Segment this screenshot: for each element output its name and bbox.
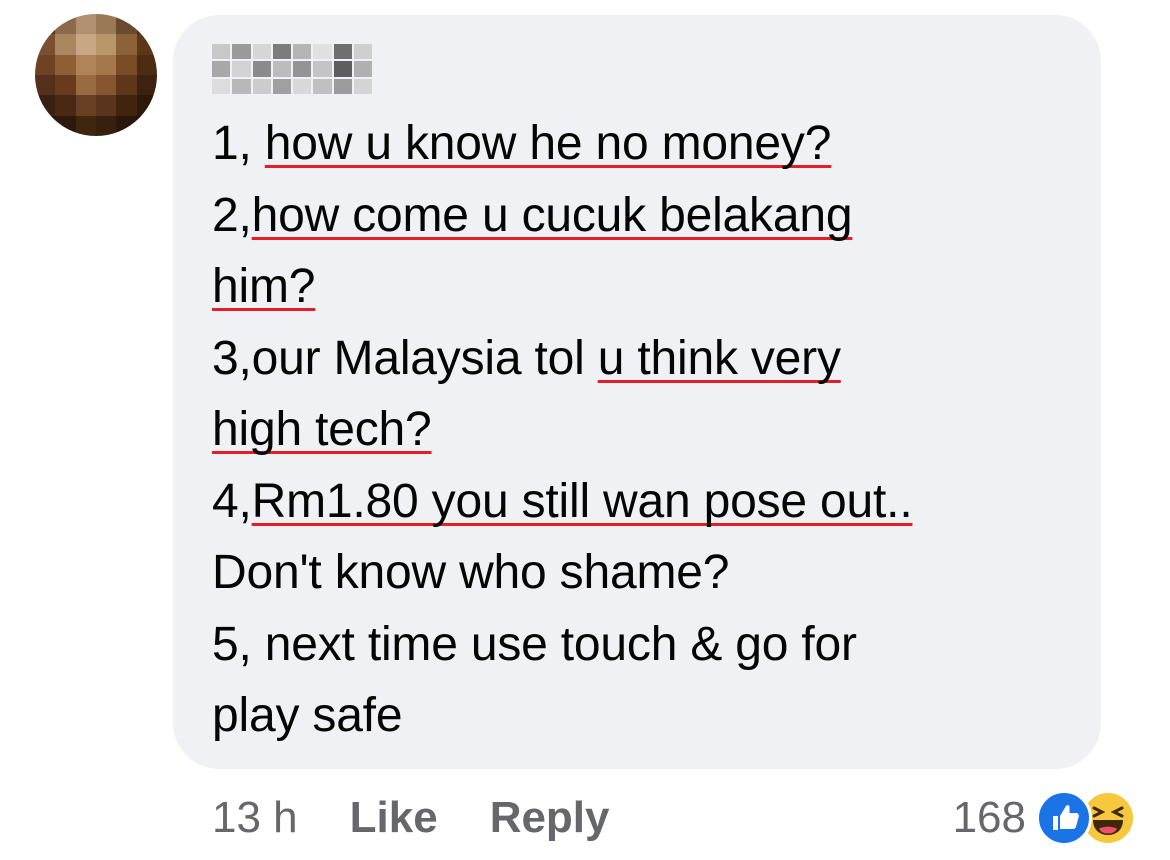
- author-name-pixel: [313, 78, 332, 94]
- author-name-pixel: [232, 78, 251, 94]
- like-icon: [1036, 790, 1092, 846]
- reactions-summary[interactable]: 168: [953, 788, 1136, 848]
- comment-line: play safe: [212, 680, 1082, 752]
- avatar[interactable]: [35, 14, 157, 136]
- avatar-pixel: [55, 54, 76, 75]
- avatar-pixel: [136, 14, 157, 35]
- avatar-pixel: [75, 115, 96, 136]
- author-name-pixel: [353, 44, 372, 60]
- comment-text-segment: Don't know who shame?: [212, 546, 730, 599]
- spellcheck-underlined-text[interactable]: him?: [212, 260, 315, 313]
- avatar-pixel: [35, 14, 56, 35]
- author-name-pixel: [353, 61, 372, 77]
- avatar-pixel: [75, 75, 96, 96]
- spellcheck-underlined-text[interactable]: how u know he no money?: [265, 117, 832, 170]
- comment-line: 4,Rm1.80 you still wan pose out..: [212, 466, 1082, 538]
- comment-line: him?: [212, 251, 1082, 323]
- avatar-pixel: [136, 54, 157, 75]
- avatar-pixel: [96, 14, 117, 35]
- avatar-pixel: [55, 14, 76, 35]
- avatar-pixel: [116, 34, 137, 55]
- like-button[interactable]: Like: [350, 793, 438, 843]
- avatar-pixel: [75, 14, 96, 35]
- avatar-pixel: [35, 115, 56, 136]
- avatar-pixel: [35, 75, 56, 96]
- author-name-pixel: [232, 61, 251, 77]
- comment-line: 5, next time use touch & go for: [212, 609, 1082, 681]
- avatar-pixel: [96, 54, 117, 75]
- comment-line: 3,our Malaysia tol u think very: [212, 323, 1082, 395]
- avatar-pixel: [55, 115, 76, 136]
- avatar-pixel: [116, 115, 137, 136]
- author-name-pixel: [333, 44, 352, 60]
- avatar-pixel: [96, 115, 117, 136]
- reply-button[interactable]: Reply: [490, 793, 610, 843]
- author-name-pixel: [293, 78, 312, 94]
- avatar-pixel: [136, 115, 157, 136]
- author-name-pixel: [272, 44, 291, 60]
- author-name-pixel: [212, 61, 231, 77]
- avatar-pixel: [96, 34, 117, 55]
- spellcheck-underlined-text[interactable]: how come u cucuk belakang: [252, 189, 853, 242]
- avatar-pixel: [96, 95, 117, 116]
- avatar-pixel: [136, 95, 157, 116]
- comment-text-segment: 2,: [212, 188, 252, 242]
- avatar-pixel: [96, 75, 117, 96]
- avatar-pixel: [116, 14, 137, 35]
- avatar-pixel: [116, 75, 137, 96]
- avatar-pixel: [55, 34, 76, 55]
- comment-text-segment: 1,: [212, 117, 265, 170]
- spellcheck-underlined-text[interactable]: Rm1.80 you still wan pose out..: [252, 475, 913, 528]
- avatar-pixel: [55, 95, 76, 116]
- avatar-pixel: [75, 54, 96, 75]
- avatar-pixel: [35, 95, 56, 116]
- avatar-pixel: [35, 34, 56, 55]
- author-name-pixel: [252, 61, 271, 77]
- author-name-pixel: [313, 44, 332, 60]
- author-name-pixel: [252, 78, 271, 94]
- author-name-pixel: [212, 44, 231, 60]
- avatar-pixel: [75, 34, 96, 55]
- avatar-pixel: [136, 34, 157, 55]
- author-name-pixel: [232, 44, 251, 60]
- author-name-pixel: [313, 61, 332, 77]
- comment-line: 2,how come u cucuk belakang: [212, 180, 1082, 252]
- spellcheck-underlined-text[interactable]: u think very: [598, 332, 841, 385]
- author-name-pixel: [272, 61, 291, 77]
- comment: 1, how u know he no money? 2,how come u c…: [0, 0, 1170, 860]
- author-name-pixel: [293, 61, 312, 77]
- comment-line: Don't know who shame?: [212, 537, 1082, 609]
- timestamp[interactable]: 13 h: [212, 793, 298, 843]
- comment-text-segment: 5, next time use touch & go for: [212, 617, 857, 671]
- author-name-pixel: [333, 78, 352, 94]
- author-name-blurred[interactable]: [212, 44, 372, 94]
- author-name-pixel: [272, 78, 291, 94]
- author-name-pixel: [353, 78, 372, 94]
- avatar-pixel: [116, 95, 137, 116]
- avatar-pixel: [35, 54, 56, 75]
- author-name-pixel: [212, 78, 231, 94]
- avatar-pixel: [75, 95, 96, 116]
- comment-text: 1, how u know he no money? 2,how come u c…: [212, 108, 1082, 752]
- comment-text-segment: 3,our Malaysia tol: [212, 331, 598, 385]
- avatar-pixel: [136, 75, 157, 96]
- comment-line: 1, how u know he no money?: [212, 108, 1082, 180]
- spellcheck-underlined-text[interactable]: high tech?: [212, 403, 432, 456]
- author-name-pixel: [293, 44, 312, 60]
- author-name-pixel: [252, 44, 271, 60]
- comment-line: high tech?: [212, 394, 1082, 466]
- comment-text-segment: play safe: [212, 689, 403, 742]
- comment-text-segment: 4,: [212, 474, 252, 528]
- author-name-pixel: [333, 61, 352, 77]
- reaction-count: 168: [952, 793, 1026, 842]
- avatar-pixel: [116, 54, 137, 75]
- comment-actions: 13 h Like Reply: [212, 788, 662, 848]
- avatar-pixel: [55, 75, 76, 96]
